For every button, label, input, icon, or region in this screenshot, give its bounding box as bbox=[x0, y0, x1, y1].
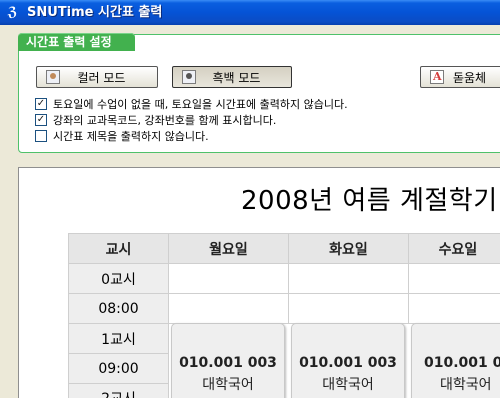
course-name: 대학국어 bbox=[202, 377, 254, 393]
table-cell bbox=[288, 263, 409, 294]
course-name: 대학국어 bbox=[440, 377, 492, 393]
course-code: 010.001 003 bbox=[179, 355, 277, 371]
course-block-tuesday[interactable]: 010.001 003 대학국어 bbox=[291, 323, 405, 398]
time-row-label: 2교시 bbox=[68, 383, 169, 398]
course-code: 010.001 003 bbox=[299, 355, 397, 371]
option-show-course-code[interactable]: ✓ 강좌의 교과목코드, 강좌번호를 함께 표시합니다. bbox=[35, 112, 276, 127]
time-row-label: 08:00 bbox=[68, 293, 169, 324]
color-person-icon bbox=[46, 70, 60, 84]
option-hide-saturday[interactable]: ✓ 토요일에 수업이 없을 때, 토요일을 시간표에 출력하지 않습니다. bbox=[35, 96, 348, 111]
table-cell bbox=[168, 263, 289, 294]
option-show-course-code-label: 강좌의 교과목코드, 강좌번호를 함께 표시합니다. bbox=[53, 113, 277, 127]
table-cell bbox=[168, 293, 289, 324]
course-name: 대학국어 bbox=[322, 377, 374, 393]
option-hide-title[interactable]: 시간표 제목을 출력하지 않습니다. bbox=[35, 128, 209, 143]
table-cell bbox=[288, 293, 409, 324]
checkbox-show-course-code[interactable]: ✓ bbox=[35, 113, 47, 126]
header-wednesday: 수요일 bbox=[408, 233, 500, 264]
header-monday: 월요일 bbox=[168, 233, 289, 264]
bw-mode-label: 흑백 모드 bbox=[212, 70, 261, 85]
font-label: 돋움체 bbox=[452, 70, 487, 85]
time-row-label: 0교시 bbox=[68, 263, 169, 294]
checkbox-hide-title[interactable] bbox=[35, 129, 47, 142]
course-block-wednesday[interactable]: 010.001 003 대학국어 bbox=[411, 323, 500, 398]
table-cell bbox=[408, 293, 500, 324]
option-hide-title-label: 시간표 제목을 출력하지 않습니다. bbox=[53, 129, 209, 143]
time-row-label: 1교시 bbox=[68, 323, 169, 354]
bw-person-icon bbox=[182, 70, 196, 84]
color-mode-button[interactable]: 컬러 모드 bbox=[36, 66, 158, 88]
font-button[interactable]: A 돋움체 bbox=[420, 66, 500, 88]
title-bar[interactable]: ℨ SNUTime 시간표 출력 bbox=[0, 0, 500, 25]
time-row-label: 09:00 bbox=[68, 353, 169, 384]
font-icon: A bbox=[430, 70, 444, 84]
header-period: 교시 bbox=[68, 233, 169, 264]
table-cell bbox=[408, 263, 500, 294]
course-block-monday[interactable]: 010.001 003 대학국어 bbox=[171, 323, 285, 398]
checkbox-hide-saturday[interactable]: ✓ bbox=[35, 97, 47, 110]
window-title: SNUTime 시간표 출력 bbox=[27, 5, 163, 20]
bw-mode-button[interactable]: 흑백 모드 bbox=[172, 66, 292, 88]
header-tuesday: 화요일 bbox=[288, 233, 409, 264]
settings-tab[interactable]: 시간표 출력 설정 bbox=[18, 33, 135, 51]
color-mode-label: 컬러 모드 bbox=[77, 70, 126, 85]
timetable-title: 2008년 여름 계절학기 bbox=[241, 186, 498, 216]
snutime-app-icon[interactable]: ℨ bbox=[4, 4, 21, 21]
option-hide-saturday-label: 토요일에 수업이 없을 때, 토요일을 시간표에 출력하지 않습니다. bbox=[53, 97, 348, 111]
course-code: 010.001 003 bbox=[424, 355, 500, 371]
